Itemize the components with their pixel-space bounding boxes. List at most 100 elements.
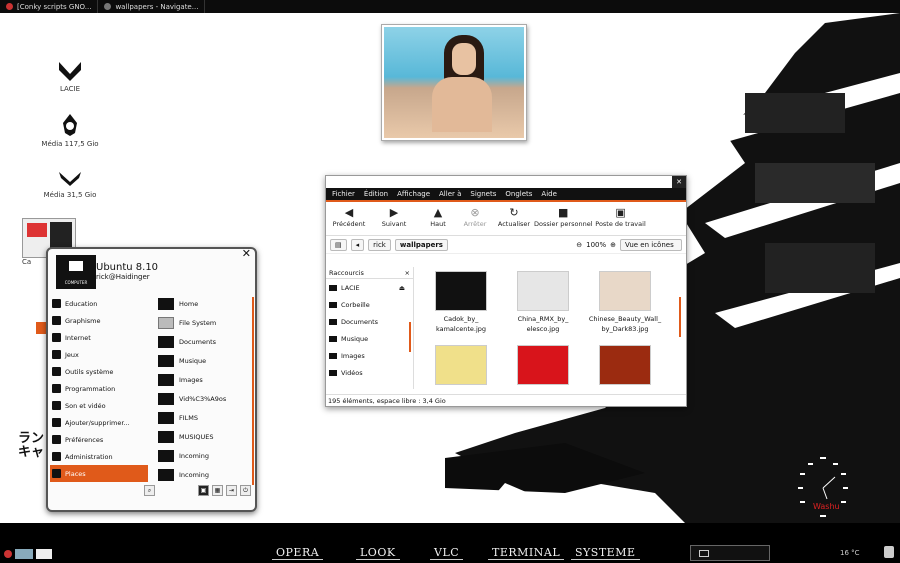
close-icon[interactable]: ✕ [242, 247, 251, 260]
path-button-wallpapers[interactable]: wallpapers [394, 238, 448, 251]
category-places[interactable]: Places [50, 465, 148, 482]
sidebar-scrollbar[interactable] [409, 322, 411, 352]
menu-fichier[interactable]: Fichier [332, 190, 355, 198]
lacie-drive-icon [59, 62, 81, 81]
category-ajouter[interactable]: Ajouter/supprimer... [50, 414, 148, 431]
zoom-in-icon[interactable]: ⊕ [610, 241, 616, 249]
file-item[interactable]: China_RMX_by_ elesco.jpg [503, 271, 583, 334]
sidebar-item-documents[interactable]: Documents [326, 313, 413, 330]
close-icon[interactable]: × [405, 269, 410, 277]
drive-icon [329, 284, 337, 291]
category-internet[interactable]: Internet [50, 329, 148, 346]
dock-look[interactable]: LOOK [356, 546, 400, 560]
window-switch-icon[interactable] [36, 549, 52, 559]
up-button[interactable]: ▲ Haut [420, 206, 456, 228]
path-button-rick[interactable]: rick [368, 238, 391, 251]
menu-affichage[interactable]: Affichage [397, 190, 430, 198]
window-list-item[interactable] [690, 545, 770, 561]
multimedia-icon [52, 401, 61, 410]
file-item[interactable]: Chinese_Beauty_Wall_ by_Dark83.jpg [585, 271, 665, 334]
drive-icon [158, 316, 174, 329]
file-item[interactable]: Cadok_by_ kamalcente.jpg [421, 271, 501, 334]
place-images[interactable]: Images [158, 370, 248, 389]
home-button[interactable]: ■ Dossier personnel [534, 206, 593, 228]
sidebar-item-musique[interactable]: Musique [326, 330, 413, 347]
place-incoming[interactable]: Incoming [158, 446, 248, 465]
desktop-icon-media-117[interactable]: Média 117,5 Gio [40, 113, 100, 148]
reload-button[interactable]: ↻ Actualiser [494, 206, 534, 228]
menu-aller[interactable]: Aller à [439, 190, 461, 198]
logout-icon[interactable]: ⇥ [226, 485, 237, 496]
place-musique[interactable]: Musique [158, 351, 248, 370]
view-select[interactable]: Vue en icônes [620, 238, 682, 251]
place-filesystem[interactable]: File System [158, 313, 248, 332]
file-item[interactable] [585, 345, 665, 388]
grid-scrollbar[interactable] [679, 297, 681, 337]
sidebar-item-corbeille[interactable]: Corbeille [326, 296, 413, 313]
window-titlebar[interactable]: ✕ [326, 176, 686, 188]
sidebar-header[interactable]: Raccourcis × [326, 267, 413, 279]
back-button[interactable]: ◀ Précédent [330, 206, 368, 228]
power-icon[interactable]: ⏻ [240, 485, 251, 496]
computer-button[interactable]: ▣ Poste de travail [593, 206, 649, 228]
menu-onglets[interactable]: Onglets [505, 190, 532, 198]
photo-frame-widget[interactable] [381, 24, 527, 141]
menu-aide[interactable]: Aide [541, 190, 556, 198]
category-jeux[interactable]: Jeux [50, 346, 148, 363]
taskbar-item-conky[interactable]: [Conky scripts GNO... [0, 0, 99, 13]
app-icon [6, 3, 13, 10]
toggle-path-button[interactable]: ▤ [330, 238, 347, 251]
taskbar-item-navigator[interactable]: wallpapers - Navigate... [98, 0, 206, 13]
search-icon[interactable]: ⌕ [144, 485, 155, 496]
start-menu[interactable]: COMPUTER Ubuntu 8.10 rick@Haidinger ✕ Ed… [46, 247, 257, 512]
menu-signets[interactable]: Signets [470, 190, 496, 198]
show-desktop-icon[interactable] [15, 549, 33, 559]
weather-temperature[interactable]: 16 °C [840, 549, 860, 557]
dock-opera[interactable]: OPERA [272, 546, 324, 560]
category-son-video[interactable]: Son et vidéo [50, 397, 148, 414]
up-arrow-icon: ▲ [433, 206, 443, 219]
category-graphisme[interactable]: Graphisme [50, 312, 148, 329]
sidebar-item-videos[interactable]: Vidéos [326, 364, 413, 381]
place-documents[interactable]: Documents [158, 332, 248, 351]
place-videos[interactable]: Vid%C3%A9os [158, 389, 248, 408]
place-films[interactable]: FILMS [158, 408, 248, 427]
stop-button[interactable]: ⊗ Arrêter [456, 206, 494, 228]
photo-image [384, 27, 524, 138]
place-home[interactable]: Home [158, 294, 248, 313]
category-programmation[interactable]: Programmation [50, 380, 148, 397]
file-manager-window[interactable]: ✕ Fichier Édition Affichage Aller à Sign… [325, 175, 687, 407]
menu-icon[interactable] [4, 550, 12, 558]
category-preferences[interactable]: Préférences [50, 431, 148, 448]
category-administration[interactable]: Administration [50, 448, 148, 465]
forward-button[interactable]: ▶ Suivant [368, 206, 420, 228]
clock-label: Washu [813, 502, 840, 511]
eject-icon[interactable]: ⏏ [399, 284, 405, 292]
place-musiques[interactable]: MUSIQUES [158, 427, 248, 446]
dock-systeme[interactable]: SYSTEME [571, 546, 640, 560]
sidebar-item-lacie[interactable]: LACIE ⏏ [326, 279, 413, 296]
places-scrollbar[interactable] [252, 297, 254, 485]
dock-vlc[interactable]: VLC [430, 546, 464, 560]
status-bar: 195 éléments, espace libre : 3,4 Gio [326, 394, 686, 406]
category-education[interactable]: Education [50, 295, 148, 312]
menu-edition[interactable]: Édition [364, 190, 388, 198]
terminal-icon[interactable]: ▣ [198, 485, 209, 496]
place-incoming[interactable]: Incoming [158, 465, 248, 484]
file-thumbnail [517, 345, 569, 385]
file-item[interactable] [421, 345, 501, 388]
desktop-icon-media-31[interactable]: Média 31,5 Gio [40, 170, 100, 199]
tools-icon [52, 367, 61, 376]
close-icon[interactable]: ✕ [672, 176, 686, 188]
power-icon[interactable] [884, 546, 894, 558]
computer-icon[interactable]: COMPUTER [56, 255, 96, 289]
desktop-icon-lacie[interactable]: LACIE [40, 60, 100, 93]
dock-terminal[interactable]: TERMINAL [488, 546, 565, 560]
path-left-arrow[interactable]: ◂ [350, 238, 365, 251]
lock-icon[interactable]: ▦ [212, 485, 223, 496]
category-outils[interactable]: Outils système [50, 363, 148, 380]
zoom-level: 100% [586, 240, 607, 249]
zoom-out-icon[interactable]: ⊖ [576, 241, 582, 249]
file-item[interactable] [503, 345, 583, 388]
sidebar-item-images[interactable]: Images [326, 347, 413, 364]
